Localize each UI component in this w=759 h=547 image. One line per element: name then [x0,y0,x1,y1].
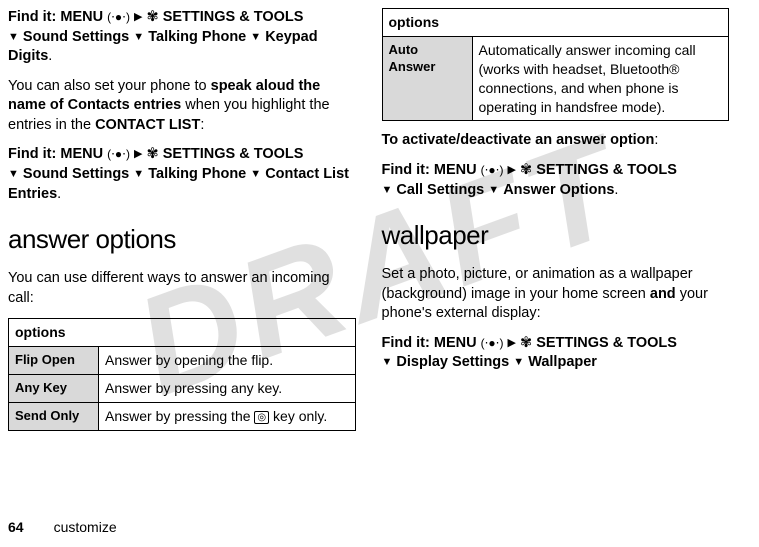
path-talking: Talking Phone [148,29,246,45]
contact-list-label: CONTACT LIST [95,117,200,133]
center-key-icon: (⋅●⋅) [107,146,130,162]
options-table-right: options Auto Answer Automatically answer… [382,8,730,121]
options-table-left: options Flip Open Answer by opening the … [8,318,356,431]
down-icon: ▼ [513,356,524,368]
table-row: Send Only Answer by pressing the ◎ key o… [9,402,356,430]
activate-line: To activate/deactivate an answer option: [382,131,730,151]
path-sound: Sound Settings [23,29,129,45]
settings-tools: SETTINGS & TOOLS [536,162,677,178]
table-row: Flip Open Answer by opening the flip. [9,347,356,375]
text: You can also set your phone to [8,78,211,94]
desc-a: Answer by pressing the [105,408,254,424]
path-display: Display Settings [396,354,509,370]
arrow-icon: ▶ [508,337,516,349]
tools-icon: ✾ [147,9,159,25]
tools-icon: ✾ [520,162,532,178]
settings-tools: SETTINGS & TOOLS [163,146,304,162]
option-name: Flip Open [9,347,99,375]
arrow-icon: ▶ [134,148,142,160]
settings-tools: SETTINGS & TOOLS [163,9,304,25]
table-header: options [9,319,356,347]
path-answer: Answer Options [503,182,614,198]
option-name: Any Key [9,375,99,403]
option-name: Send Only [9,402,99,430]
table-row: Auto Answer Automatically answer incomin… [382,36,729,121]
down-icon: ▼ [382,356,393,368]
option-desc: Automatically answer incoming call (work… [472,36,729,121]
down-icon: ▼ [133,31,144,43]
wallpaper-paragraph: Set a photo, picture, or animation as a … [382,265,730,324]
right-column: options Auto Answer Automatically answer… [382,8,730,500]
tools-icon: ✾ [520,335,532,351]
down-icon: ▼ [8,31,19,43]
find-it-4: Find it: MENU (⋅●⋅) ▶ ✾ SETTINGS & TOOLS… [382,334,730,373]
page-number: 64 [8,519,24,535]
settings-tools: SETTINGS & TOOLS [536,335,677,351]
footer: 64 customize [8,519,117,535]
table-header: options [382,9,729,37]
tools-icon: ✾ [147,146,159,162]
center-key-icon: (⋅●⋅) [481,162,504,178]
find-label: Find it: [382,162,430,178]
text: Set a photo, picture, or animation as a … [382,266,693,302]
arrow-icon: ▶ [508,164,516,176]
path-sound: Sound Settings [23,166,129,182]
option-desc: Answer by opening the flip. [99,347,356,375]
menu-label: MENU [434,335,477,351]
activate-bold: To activate/deactivate an answer option [382,132,655,148]
down-icon: ▼ [8,168,19,180]
wallpaper-heading: wallpaper [382,218,730,253]
option-desc: Answer by pressing the ◎ key only. [99,402,356,430]
answer-intro: You can use different ways to answer an … [8,269,356,308]
path-wallpaper: Wallpaper [528,354,597,370]
desc-b: key only. [269,408,327,424]
menu-label: MENU [60,146,103,162]
table-row: Any Key Answer by pressing any key. [9,375,356,403]
find-label: Find it: [8,9,56,25]
find-label: Find it: [8,146,56,162]
find-it-2: Find it: MENU (⋅●⋅) ▶ ✾ SETTINGS & TOOLS… [8,145,356,204]
down-icon: ▼ [133,168,144,180]
center-key-icon: (⋅●⋅) [107,9,130,25]
answer-options-heading: answer options [8,222,356,257]
menu-label: MENU [60,9,103,25]
find-label: Find it: [382,335,430,351]
down-icon: ▼ [488,184,499,196]
center-key-icon: (⋅●⋅) [481,335,504,351]
arrow-icon: ▶ [134,11,142,23]
find-it-3: Find it: MENU (⋅●⋅) ▶ ✾ SETTINGS & TOOLS… [382,161,730,200]
bold-and: and [650,286,676,302]
option-name: Auto Answer [382,36,472,121]
contacts-paragraph: You can also set your phone to speak alo… [8,77,356,136]
send-key-icon: ◎ [254,411,269,424]
option-desc: Answer by pressing any key. [99,375,356,403]
down-icon: ▼ [250,31,261,43]
down-icon: ▼ [382,184,393,196]
down-icon: ▼ [250,168,261,180]
menu-label: MENU [434,162,477,178]
left-column: Find it: MENU (⋅●⋅) ▶ ✾ SETTINGS & TOOLS… [8,8,356,500]
path-talking: Talking Phone [148,166,246,182]
section-label: customize [54,519,117,535]
path-call: Call Settings [396,182,484,198]
find-it-1: Find it: MENU (⋅●⋅) ▶ ✾ SETTINGS & TOOLS… [8,8,356,67]
page-body: Find it: MENU (⋅●⋅) ▶ ✾ SETTINGS & TOOLS… [0,0,759,500]
